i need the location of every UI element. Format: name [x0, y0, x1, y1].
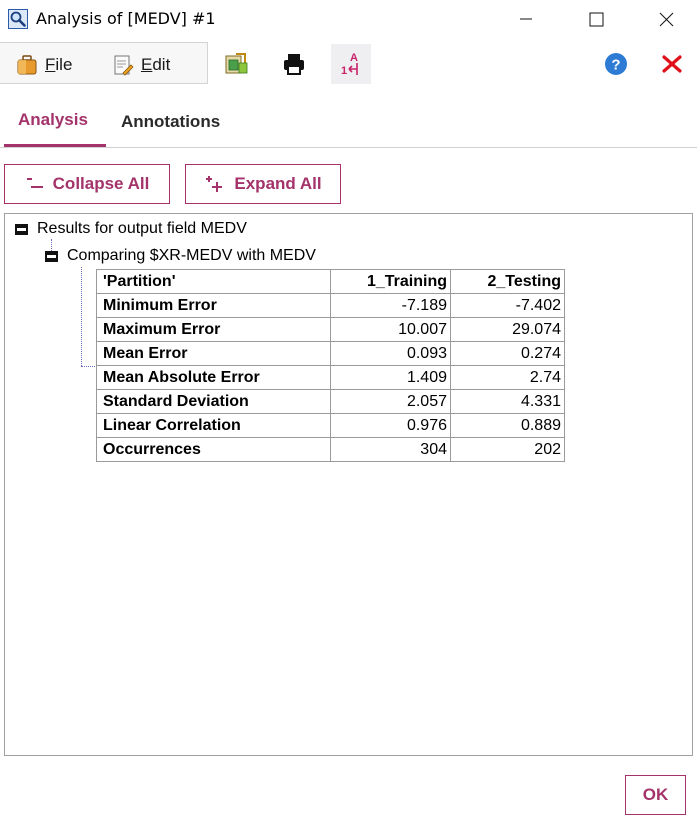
collapse-all-label: Collapse All: [52, 174, 150, 193]
training-value: 1.409: [330, 365, 451, 390]
toolbar: File Edit A 1 ?: [0, 40, 697, 86]
expand-all-label: Expand All: [234, 174, 322, 193]
close-icon[interactable]: [658, 50, 686, 78]
minimize-button[interactable]: [503, 0, 549, 38]
tab-bar: Analysis Annotations: [0, 100, 697, 148]
maximize-button[interactable]: [573, 0, 619, 38]
column-header: 'Partition': [96, 269, 331, 294]
testing-value: 0.274: [450, 341, 565, 366]
column-header: 2_Testing: [450, 269, 565, 294]
tree-connector: [81, 366, 95, 367]
edit-document-icon: [112, 54, 134, 76]
file-menu-mnemonic: F: [45, 55, 56, 74]
title-bar: Analysis of [MEDV] #1: [0, 0, 697, 38]
tree-root-label: Results for output field MEDV: [37, 220, 247, 237]
table-header-row: 'Partition' 1_Training 2_Testing: [96, 269, 565, 294]
testing-value: 4.331: [450, 389, 565, 414]
row-label: Maximum Error: [96, 317, 331, 342]
results-table: 'Partition' 1_Training 2_Testing Minimum…: [96, 269, 565, 462]
edit-menu[interactable]: Edit: [112, 53, 170, 77]
collapse-all-button[interactable]: Collapse All: [4, 164, 170, 204]
training-value: 0.976: [330, 413, 451, 438]
print-icon[interactable]: [280, 50, 308, 78]
window-close-button[interactable]: [643, 0, 689, 38]
tab-analysis[interactable]: Analysis: [18, 110, 88, 130]
testing-value: 29.074: [450, 317, 565, 342]
file-menu[interactable]: File: [16, 53, 72, 77]
testing-value: -7.402: [450, 293, 565, 318]
row-label: Mean Error: [96, 341, 331, 366]
row-label: Minimum Error: [96, 293, 331, 318]
testing-value: 2.74: [450, 365, 565, 390]
window-title: Analysis of [MEDV] #1: [36, 9, 216, 28]
export-icon[interactable]: [222, 50, 250, 78]
menu-group: File Edit: [0, 42, 208, 84]
svg-text:A: A: [350, 52, 358, 64]
output-panel: Results for output field MEDV Comparing …: [4, 213, 693, 756]
training-value: 10.007: [330, 317, 451, 342]
help-icon[interactable]: ?: [602, 50, 630, 78]
training-value: 304: [330, 437, 451, 462]
table-row: Standard Deviation 2.057 4.331: [96, 389, 565, 414]
table-row: Mean Absolute Error 1.409 2.74: [96, 365, 565, 390]
table-row: Linear Correlation 0.976 0.889: [96, 413, 565, 438]
training-value: 2.057: [330, 389, 451, 414]
tree-child-label: Comparing $XR-MEDV with MEDV: [67, 247, 316, 264]
expand-all-button[interactable]: Expand All: [185, 164, 341, 204]
briefcase-icon: [16, 54, 38, 76]
tree-connector: [51, 239, 52, 251]
collapse-node-icon[interactable]: [15, 224, 28, 235]
training-value: 0.093: [330, 341, 451, 366]
tree-connector: [81, 267, 82, 366]
row-label: Mean Absolute Error: [96, 365, 331, 390]
row-label: Occurrences: [96, 437, 331, 462]
row-label: Standard Deviation: [96, 389, 331, 414]
row-label: Linear Correlation: [96, 413, 331, 438]
edit-menu-label: dit: [152, 55, 171, 74]
testing-value: 202: [450, 437, 565, 462]
testing-value: 0.889: [450, 413, 565, 438]
collapse-node-icon[interactable]: [45, 251, 58, 262]
magnifier-icon: [8, 9, 28, 29]
expand-icon: [204, 175, 226, 193]
table-row: Occurrences 304 202: [96, 437, 565, 462]
sort-icon[interactable]: A 1: [331, 44, 371, 84]
ok-button[interactable]: OK: [625, 775, 686, 815]
table-row: Minimum Error -7.189 -7.402: [96, 293, 565, 318]
svg-text:1: 1: [341, 65, 347, 77]
training-value: -7.189: [330, 293, 451, 318]
active-tab-indicator: [4, 144, 106, 147]
edit-menu-mnemonic: E: [141, 55, 153, 74]
tab-annotations[interactable]: Annotations: [121, 112, 220, 132]
collapse-icon: [25, 176, 45, 192]
table-row: Maximum Error 10.007 29.074: [96, 317, 565, 342]
column-header: 1_Training: [330, 269, 451, 294]
table-row: Mean Error 0.093 0.274: [96, 341, 565, 366]
svg-text:?: ?: [611, 57, 620, 74]
file-menu-label: ile: [55, 55, 73, 74]
